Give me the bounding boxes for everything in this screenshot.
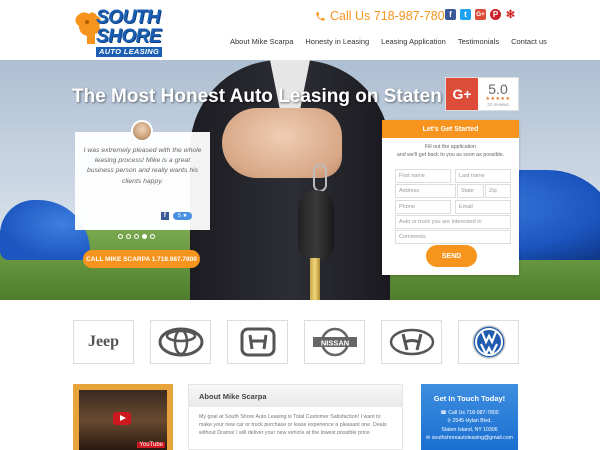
- key-ring: [313, 164, 327, 192]
- zip-field[interactable]: Zip: [485, 184, 511, 198]
- nav-item-application[interactable]: Leasing Application: [381, 37, 446, 46]
- google-plus-icon[interactable]: G+: [475, 9, 486, 20]
- about-panel: About Mike Scarpa My goal at South Shore…: [188, 384, 403, 450]
- video-thumbnail[interactable]: YouTube: [73, 384, 173, 450]
- main-nav: About Mike Scarpa Honesty in Leasing Lea…: [230, 37, 547, 46]
- call-mike-button[interactable]: CALL MIKE SCARPA 1.718.987.7800: [83, 250, 200, 268]
- brand-jeep[interactable]: Jeep: [73, 320, 134, 364]
- nav-item-contact[interactable]: Contact us: [511, 37, 547, 46]
- rating-reviews: 22 reviews: [487, 101, 509, 107]
- google-plus-icon: G+: [446, 78, 478, 110]
- logo-line-auto-leasing: AUTO LEASING: [96, 47, 163, 57]
- testimonial-author: — Colleen Elizabeth: [90, 212, 157, 220]
- slider-dot-3[interactable]: [134, 234, 139, 239]
- testimonial-rating: 5 ★: [172, 212, 193, 220]
- testimonial-quote: I was extremely pleased with the whole l…: [83, 147, 202, 185]
- car-key-blade: [310, 258, 320, 300]
- nav-item-about[interactable]: About Mike Scarpa: [230, 37, 293, 46]
- form-subtitle-line1: Fill out the application: [424, 144, 477, 150]
- slider-dots: [118, 234, 155, 239]
- form-subtitle: Fill out the application and we'll get b…: [382, 144, 519, 160]
- form-title: Let's Get Started: [382, 120, 519, 138]
- site-header: SOUTH SHORE AUTO LEASING Call Us 718-987…: [0, 0, 600, 60]
- phone-text: Call Us 718-987-7800: [330, 9, 452, 23]
- google-rating-badge[interactable]: G+ 5.0 ★★★★★ 22 reviews: [445, 77, 519, 111]
- play-icon[interactable]: [113, 412, 131, 425]
- hero-title: The Most Honest Auto Leasing on Staten I…: [72, 86, 502, 107]
- about-text: My goal at South Shore Auto Leasing is T…: [199, 414, 387, 437]
- contact-panel: Get In Touch Today! ☎ Call Us 718-987-78…: [421, 384, 518, 450]
- phone-field[interactable]: Phone: [395, 200, 451, 214]
- contact-email[interactable]: ✉ southshoreautoleasing@gmail.com: [421, 434, 518, 442]
- slider-dot-4[interactable]: [142, 234, 147, 239]
- contact-title: Get In Touch Today!: [433, 394, 506, 403]
- brand-honda[interactable]: [227, 320, 288, 364]
- contact-details: ☎ Call Us 718-987-7800 ⚲ 2545 Hylan Blvd…: [421, 409, 518, 442]
- form-subtitle-line2: and we'll get back to you as soon as pos…: [396, 151, 505, 158]
- email-field[interactable]: Email: [455, 200, 511, 214]
- toyota-logo-icon: [158, 327, 203, 357]
- first-name-field[interactable]: First name: [395, 169, 451, 183]
- slider-dot-1[interactable]: [118, 234, 123, 239]
- about-title: About Mike Scarpa: [189, 385, 402, 407]
- twitter-icon[interactable]: t: [460, 9, 471, 20]
- rating-block: 5.0 ★★★★★ 22 reviews: [478, 78, 518, 110]
- honda-logo-icon: [240, 327, 275, 357]
- nissan-logo-icon: NISSAN: [312, 327, 357, 357]
- testimonial-author-row: — Colleen Elizabeth f 5 ★: [90, 212, 193, 220]
- yelp-icon[interactable]: ✻: [505, 9, 516, 21]
- nav-item-testimonials[interactable]: Testimonials: [458, 37, 499, 46]
- rating-score: 5.0: [488, 80, 508, 97]
- last-name-field[interactable]: Last name: [455, 169, 511, 183]
- contact-address-1: ⚲ 2545 Hylan Blvd,: [447, 418, 492, 425]
- hyundai-logo-icon: [389, 328, 434, 356]
- phone-icon: [316, 11, 325, 21]
- contact-address-2: Staten Island, NY 10306: [441, 426, 498, 433]
- brand-toyota[interactable]: [150, 320, 211, 364]
- address-field[interactable]: Address: [395, 184, 456, 198]
- brand-strip: Jeep NISSAN: [0, 300, 600, 380]
- contact-phone[interactable]: ☎ Call Us 718-987-7800: [421, 409, 518, 417]
- car-key-fob: [298, 190, 334, 260]
- jeep-logo-icon: Jeep: [87, 333, 120, 350]
- avatar: [131, 120, 153, 142]
- vehicle-field[interactable]: Auto or truck you are interested in: [395, 215, 511, 229]
- state-field[interactable]: State: [457, 184, 484, 198]
- brand-hyundai[interactable]: [381, 320, 442, 364]
- facebook-icon: f: [160, 212, 169, 220]
- logo-line-shore: SHORE: [96, 26, 162, 47]
- volkswagen-logo-icon: [471, 325, 506, 359]
- youtube-logo: YouTube: [137, 442, 165, 448]
- pinterest-icon[interactable]: P: [490, 9, 501, 20]
- comments-field[interactable]: Comments: [395, 230, 511, 244]
- send-button[interactable]: SEND: [426, 245, 477, 267]
- facebook-icon[interactable]: f: [445, 9, 456, 20]
- nissan-text: NISSAN: [320, 339, 348, 348]
- brand-logo[interactable]: SOUTH SHORE AUTO LEASING: [96, 7, 163, 57]
- social-links: f t G+ P ✻: [445, 9, 516, 21]
- logo-line-south: SOUTH: [96, 7, 161, 28]
- brand-volkswagen[interactable]: [458, 320, 519, 364]
- header-phone[interactable]: Call Us 718-987-7800: [315, 9, 452, 23]
- video-frame: YouTube: [79, 390, 167, 450]
- nav-item-honesty[interactable]: Honesty in Leasing: [305, 37, 369, 46]
- brand-nissan[interactable]: NISSAN: [304, 320, 365, 364]
- slider-dot-5[interactable]: [150, 234, 155, 239]
- slider-dot-2[interactable]: [126, 234, 131, 239]
